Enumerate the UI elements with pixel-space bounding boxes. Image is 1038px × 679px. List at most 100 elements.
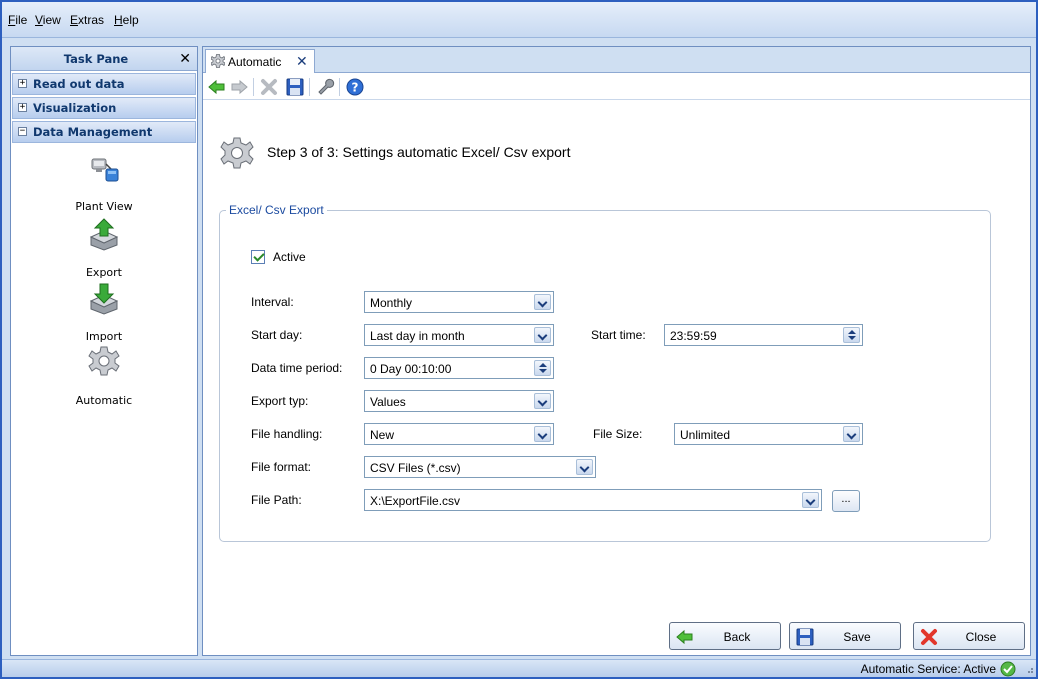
group-read-out-data[interactable]: + Read out data [12,73,196,95]
import-icon [89,283,119,315]
group-visualization[interactable]: + Visualization [12,97,196,119]
collapse-icon[interactable]: − [18,127,27,136]
active-label: Active [273,250,306,264]
save-icon [796,628,814,646]
excel-csv-export-group: Excel/ Csv Export Active Interval: Month… [219,203,991,542]
menu-bar: File View Extras Help [2,2,1036,38]
spinner-icon[interactable] [843,327,860,343]
file-path-input[interactable]: X:\ExportFile.csv [364,489,822,511]
chevron-down-icon[interactable] [534,426,551,442]
tool-automatic[interactable]: Automatic [11,345,197,407]
tool-export[interactable]: Export [11,217,197,279]
file-handling-label: File handling: [251,427,323,441]
file-path-value: X:\ExportFile.csv [370,494,461,508]
task-pane: Task Pane ✕ + Read out data + Visualizat… [10,46,198,656]
interval-select[interactable]: Monthly [364,291,554,313]
start-time-value: 23:59:59 [670,329,717,343]
back-arrow-icon [676,629,693,645]
app-window: File View Extras Help Task Pane ✕ + Read… [0,0,1038,679]
menu-extras[interactable]: Extras [70,13,104,27]
back-label: Back [723,630,751,644]
task-pane-title: Task Pane [63,52,129,66]
file-path-label: File Path: [251,493,302,507]
back-arrow-icon[interactable] [207,77,227,97]
tab-label: Automatic [228,55,282,69]
active-checkbox[interactable] [251,250,265,264]
status-text: Automatic Service: Active [860,662,996,676]
chevron-down-icon[interactable] [534,327,551,343]
group-label: Visualization [33,101,117,115]
export-typ-value: Values [370,395,406,409]
menu-help[interactable]: Help [114,13,139,27]
export-typ-select[interactable]: Values [364,390,554,412]
toolbar-separator [253,78,254,96]
gear-icon [88,346,120,376]
task-pane-header: Task Pane ✕ [11,47,197,71]
close-icon[interactable]: ✕ [296,53,308,70]
data-time-period-label: Data time period: [251,361,343,375]
chevron-down-icon[interactable] [534,294,551,310]
delete-icon[interactable] [259,77,279,97]
close-label: Close [965,630,997,644]
expand-icon[interactable]: + [18,79,27,88]
svg-text:?: ? [352,81,359,95]
chevron-down-icon[interactable] [534,393,551,409]
file-handling-value: New [370,428,395,442]
export-icon [89,218,119,251]
toolbar: ? [203,74,1030,100]
group-label: Read out data [33,77,125,91]
tab-strip: Automatic ✕ [203,47,1030,73]
start-day-select[interactable]: Last day in month [364,324,554,346]
file-handling-select[interactable]: New [364,423,554,445]
menu-view[interactable]: View [35,13,61,27]
expand-icon[interactable]: + [18,103,27,112]
back-button[interactable]: Back [669,622,781,650]
file-format-value: CSV Files (*.csv) [370,461,461,475]
step-title: Step 3 of 3: Settings automatic Excel/ C… [267,144,571,160]
start-day-label: Start day: [251,328,303,342]
gear-icon [211,54,225,68]
start-time-input[interactable]: 23:59:59 [664,324,863,346]
interval-label: Interval: [251,295,294,309]
file-size-select[interactable]: Unlimited [674,423,863,445]
toolbar-separator [309,78,310,96]
export-typ-label: Export typ: [251,394,309,408]
group-data-management[interactable]: − Data Management [12,121,196,143]
gear-icon [220,137,254,169]
save-button[interactable]: Save [789,622,901,650]
tool-label: Import [85,330,123,343]
close-icon [921,629,937,645]
tool-import[interactable]: Import [11,281,197,343]
save-label: Save [843,630,871,644]
chevron-down-icon[interactable] [576,459,593,475]
close-button[interactable]: Close [913,622,1025,650]
tool-label: Export [85,266,122,279]
data-time-period-input[interactable]: 0 Day 00:10:00 [364,357,554,379]
forward-arrow-icon[interactable] [229,77,249,97]
file-size-value: Unlimited [680,428,731,442]
group-title: Excel/ Csv Export [226,203,327,217]
service-active-icon [1000,661,1016,677]
toolbar-separator [339,78,340,96]
tab-automatic[interactable]: Automatic ✕ [205,49,315,73]
file-format-label: File format: [251,460,312,474]
spinner-icon[interactable] [534,360,551,376]
tool-label: Automatic [75,394,133,407]
file-format-select[interactable]: CSV Files (*.csv) [364,456,596,478]
resize-grip-icon[interactable] [1024,664,1034,674]
help-icon[interactable]: ? [345,77,365,97]
file-size-label: File Size: [593,427,643,441]
wrench-icon[interactable] [315,77,335,97]
save-icon[interactable] [285,77,305,97]
group-label: Data Management [33,125,153,139]
menu-file[interactable]: File [8,13,27,27]
data-time-period-value: 0 Day 00:10:00 [370,362,452,376]
tool-plant-view[interactable]: Plant View [11,151,197,213]
chevron-down-icon[interactable] [843,426,860,442]
chevron-down-icon[interactable] [802,492,819,508]
start-time-label: Start time: [591,328,646,342]
browse-button[interactable]: ... [832,490,860,512]
close-icon[interactable]: ✕ [179,50,191,67]
start-day-value: Last day in month [370,329,465,343]
plant-view-icon [91,158,119,182]
